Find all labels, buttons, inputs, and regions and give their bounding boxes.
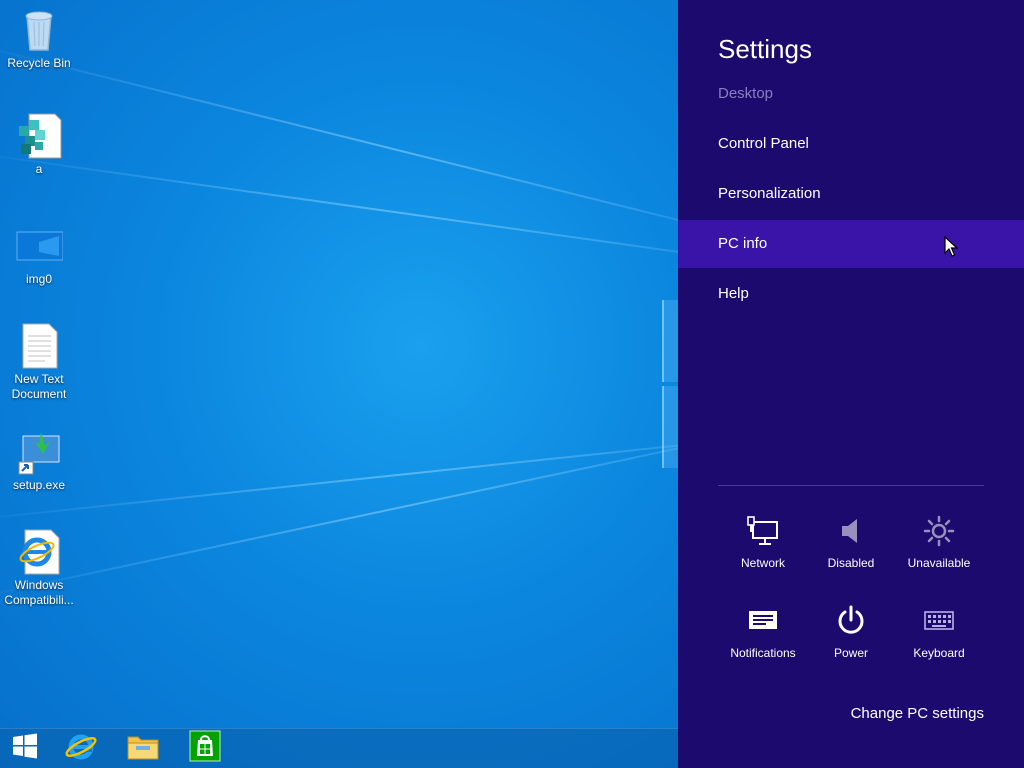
desktop-icon-label: setup.exe: [12, 478, 66, 492]
desktop-icon-label: New Text Document: [11, 372, 67, 401]
installer-shortcut-icon: [15, 428, 63, 476]
image-file-icon: [15, 222, 64, 270]
quick-setting-notifications[interactable]: Notifications: [719, 604, 807, 660]
wallpaper-window-pane: [662, 386, 678, 468]
desktop-icon-a[interactable]: a: [1, 112, 77, 177]
brightness-icon: [922, 514, 956, 548]
wallpaper-window-pane: [662, 300, 678, 382]
quick-setting-power[interactable]: Power: [807, 604, 895, 660]
taskbar-store[interactable]: [180, 728, 230, 768]
settings-item-control-panel[interactable]: Control Panel: [678, 120, 1024, 168]
desktop-icon-label: img0: [25, 272, 52, 286]
desktop-icon-new-text-document[interactable]: New Text Document: [1, 322, 77, 402]
quick-setting-label: Power: [833, 646, 868, 660]
store-icon: [189, 730, 221, 767]
keyboard-icon: [922, 604, 956, 638]
desktop-icon-img0[interactable]: img0: [1, 222, 77, 287]
notifications-icon: [746, 604, 780, 638]
desktop-icon-label: a: [35, 162, 43, 176]
windows-start-icon: [12, 733, 38, 764]
taskbar-internet-explorer[interactable]: [56, 728, 106, 768]
desktop-icon-windows-compatibility[interactable]: Windows Compatibili...: [1, 528, 77, 608]
settings-item-desktop: Desktop: [678, 70, 1024, 118]
internet-explorer-shortcut-icon: [15, 528, 63, 576]
desktop-icon-label: Recycle Bin: [7, 56, 71, 70]
desktop-icon-setup-exe[interactable]: setup.exe: [1, 428, 77, 493]
quick-setting-keyboard[interactable]: Keyboard: [895, 604, 983, 660]
speaker-icon: [834, 514, 868, 548]
quick-setting-volume[interactable]: Disabled: [807, 514, 895, 570]
quick-setting-label: Keyboard: [913, 646, 965, 660]
change-pc-settings-link[interactable]: Change PC settings: [851, 705, 984, 722]
settings-divider: [718, 485, 984, 486]
mouse-pointer-icon: [944, 235, 959, 263]
wallpaper-light-beam: [0, 412, 678, 602]
wallpaper-light-beam: [0, 40, 678, 260]
desktop-icon-label: Windows Compatibili...: [4, 578, 74, 607]
quick-setting-label: Notifications: [730, 646, 796, 660]
settings-charm-pane: Settings Desktop Control Panel Personali…: [678, 0, 1024, 768]
menu-item-label: Help: [718, 285, 749, 302]
quick-setting-label: Network: [740, 556, 785, 570]
wallpaper-light-beam: [0, 425, 678, 522]
menu-item-label: Control Panel: [718, 135, 809, 152]
menu-item-label: Personalization: [718, 185, 821, 202]
registry-file-icon: [15, 112, 63, 160]
quick-setting-network[interactable]: Network: [719, 514, 807, 570]
text-document-icon: [15, 322, 63, 370]
recycle-bin-icon: [15, 6, 63, 54]
power-icon: [834, 604, 868, 638]
settings-title: Settings: [718, 34, 812, 64]
file-explorer-icon: [126, 731, 160, 766]
start-button[interactable]: [0, 728, 50, 768]
desktop[interactable]: Recycle Bin a img0 New Text Document set…: [0, 0, 678, 768]
quick-setting-label: Disabled: [827, 556, 875, 570]
quick-setting-label: Unavailable: [907, 556, 971, 570]
quick-setting-brightness[interactable]: Unavailable: [895, 514, 983, 570]
settings-item-help[interactable]: Help: [678, 270, 1024, 318]
settings-item-personalization[interactable]: Personalization: [678, 170, 1024, 218]
taskbar: [0, 728, 678, 768]
menu-item-label: Desktop: [718, 85, 774, 102]
wallpaper-light-beam: [0, 150, 678, 278]
taskbar-file-explorer[interactable]: [118, 728, 168, 768]
menu-item-label: PC info: [718, 235, 768, 252]
settings-item-pc-info[interactable]: PC info: [678, 220, 1024, 268]
internet-explorer-icon: [64, 729, 98, 768]
network-icon: [746, 514, 780, 548]
desktop-icon-recycle-bin[interactable]: Recycle Bin: [1, 6, 77, 71]
